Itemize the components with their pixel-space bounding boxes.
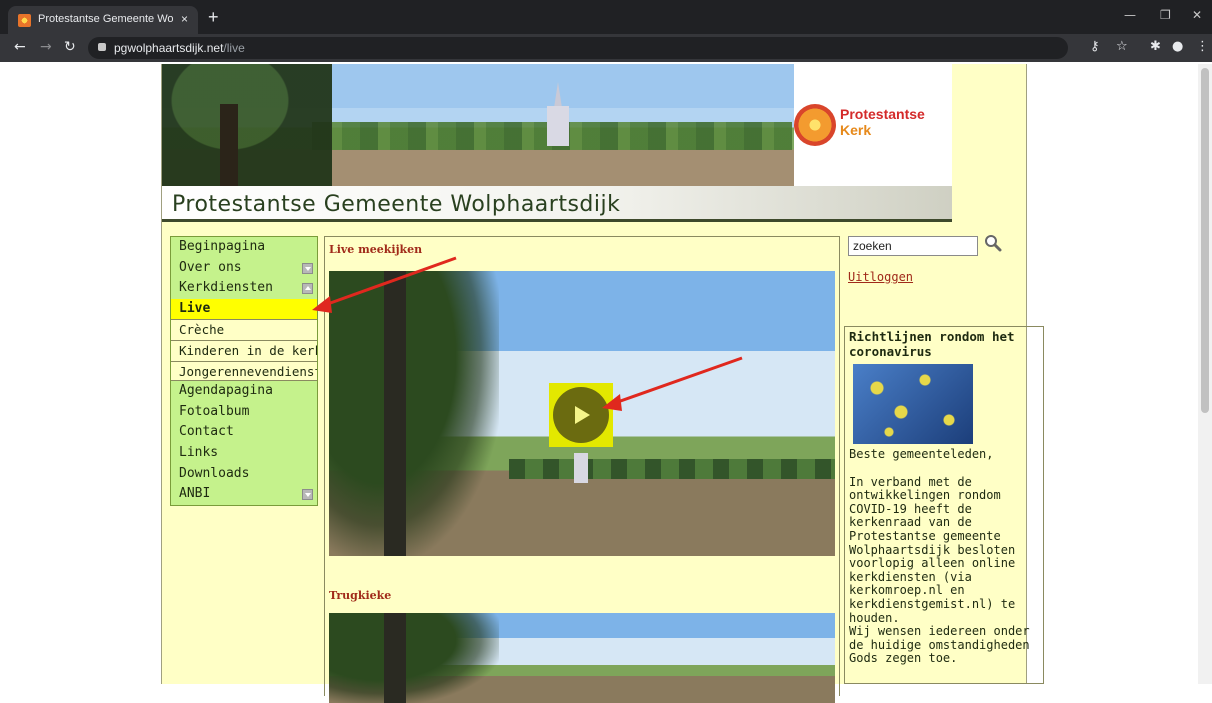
arrow-to-play-head (602, 394, 622, 411)
arrow-to-live-line (321, 256, 457, 308)
arrow-to-live-head (312, 296, 332, 313)
arrow-to-play-line (611, 356, 743, 406)
annotation-arrows (312, 256, 743, 411)
